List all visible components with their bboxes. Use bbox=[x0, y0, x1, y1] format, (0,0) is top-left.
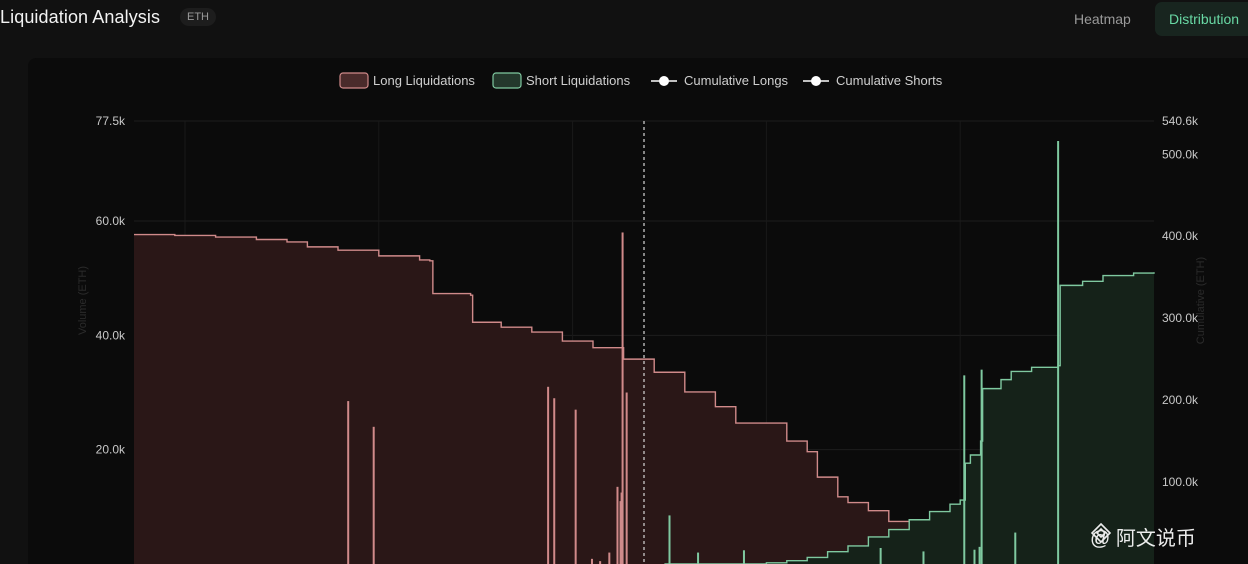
y-right-axis-title: Cumulative (ETH) bbox=[1195, 257, 1207, 344]
legend-label: Cumulative Shorts bbox=[836, 73, 943, 88]
y-right-tick-label: 500.0k bbox=[1162, 147, 1199, 161]
short-liquidation-bar bbox=[980, 369, 983, 564]
long-liquidation-bar bbox=[616, 486, 619, 564]
tab-distribution[interactable]: Distribution bbox=[1155, 2, 1248, 36]
y-left-tick-label: 60.0k bbox=[96, 214, 126, 228]
legend-item: Long Liquidations bbox=[339, 72, 475, 89]
long-liquidation-bar bbox=[372, 426, 375, 564]
legend-item: Cumulative Shorts bbox=[803, 73, 943, 88]
long-liquidation-bar bbox=[625, 392, 628, 564]
y-left-tick-label: 77.5k bbox=[96, 114, 126, 128]
page-title: Liquidation Analysis bbox=[0, 7, 161, 27]
y-left-axis-title: Volume (ETH) bbox=[77, 266, 89, 335]
long-liquidation-bar bbox=[547, 386, 550, 564]
legend-label: Cumulative Longs bbox=[684, 73, 789, 88]
legend-item: Cumulative Longs bbox=[651, 73, 789, 88]
asset-badge: ETH bbox=[180, 8, 216, 26]
legend-swatch-dot bbox=[659, 76, 669, 86]
legend-item: Short Liquidations bbox=[492, 72, 631, 89]
legend-label: Short Liquidations bbox=[526, 73, 631, 88]
y-right-tick-label: 300.0k bbox=[1162, 311, 1199, 325]
legend-label: Long Liquidations bbox=[373, 73, 475, 88]
legend-swatch-short bbox=[492, 72, 522, 89]
y-right-tick-label: 400.0k bbox=[1162, 229, 1199, 243]
short-liquidation-bar bbox=[742, 550, 745, 564]
long-liquidation-bar bbox=[553, 398, 556, 564]
watermark: @ 阿文说币 bbox=[1090, 522, 1196, 551]
long-liquidation-bar bbox=[574, 409, 577, 564]
y-right-tick-label: 540.6k bbox=[1162, 114, 1199, 128]
long-liquidation-bar bbox=[621, 232, 624, 564]
legend-swatch-long bbox=[339, 72, 369, 89]
y-left-tick-label: 40.0k bbox=[96, 328, 126, 342]
y-right-tick-label: 200.0k bbox=[1162, 393, 1199, 407]
legend-swatch-dot bbox=[811, 76, 821, 86]
short-liquidation-bar bbox=[668, 515, 671, 564]
legend: Long Liquidations Short Liquidations Cumul… bbox=[339, 72, 943, 89]
binance-diamond-icon bbox=[1090, 522, 1112, 544]
long-liquidation-bar bbox=[608, 552, 611, 564]
y-right-tick-label: 100.0k bbox=[1162, 475, 1199, 489]
short-liquidation-bar bbox=[963, 375, 966, 564]
short-liquidation-bar bbox=[973, 549, 976, 564]
short-liquidation-bar bbox=[879, 547, 882, 564]
short-liquidation-bar bbox=[1014, 532, 1017, 564]
chart-panel: 20.0k 40.0k 60.0k 77.5k 100.0k 200.0k 300.0k 40… bbox=[28, 58, 1248, 564]
y-left-tick-label: 20.0k bbox=[96, 443, 126, 457]
short-liquidation-bar bbox=[697, 552, 700, 564]
short-liquidation-bar bbox=[922, 551, 925, 564]
long-liquidation-bar bbox=[347, 401, 350, 564]
short-liquidation-bar bbox=[1057, 141, 1060, 564]
header: Liquidation Analysis ETH Heatmap Distrib… bbox=[0, 0, 1248, 40]
long-liquidation-bar bbox=[590, 558, 593, 564]
tab-heatmap[interactable]: Heatmap bbox=[1060, 2, 1145, 36]
cumulative-longs-area bbox=[134, 234, 930, 564]
short-liquidation-bar bbox=[978, 546, 981, 564]
liquidation-distribution-chart: 20.0k 40.0k 60.0k 77.5k 100.0k 200.0k 300.0k 40… bbox=[77, 72, 1207, 564]
